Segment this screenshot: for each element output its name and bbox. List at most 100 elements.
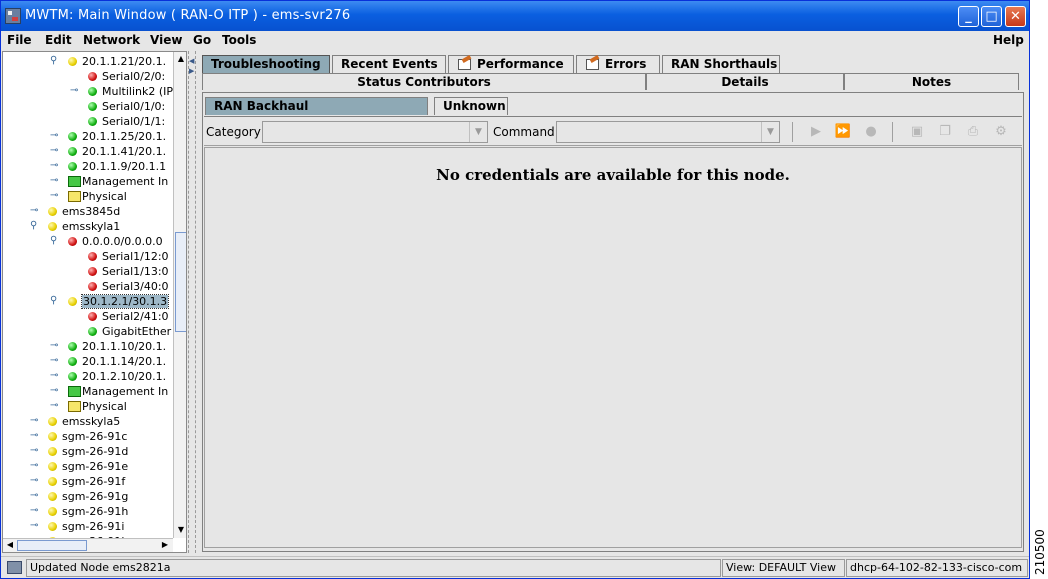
- category-select[interactable]: ▼: [262, 121, 488, 143]
- tree-item[interactable]: Serial0/1/1:: [3, 114, 173, 129]
- collapse-left-icon[interactable]: ◀: [189, 57, 194, 65]
- expand-handle-icon[interactable]: ⊸: [30, 431, 42, 441]
- menu-tools[interactable]: Tools: [222, 33, 256, 47]
- tree-item[interactable]: ⊸ sgm-26-91e: [3, 459, 173, 474]
- scroll-right-icon[interactable]: ▶: [159, 539, 171, 551]
- expand-right-icon[interactable]: ▶: [189, 67, 194, 75]
- tab-errors[interactable]: Errors: [576, 55, 660, 73]
- collapse-handle-icon[interactable]: ⚲: [50, 236, 62, 246]
- stop-icon[interactable]: ●: [862, 123, 880, 141]
- tree-item[interactable]: ⚲ 20.1.1.21/20.1.: [3, 54, 173, 69]
- tree-item[interactable]: ⊸ 20.1.1.14/20.1.: [3, 354, 173, 369]
- tree-item[interactable]: ⚲ 30.1.2.1/30.1.3: [3, 294, 173, 309]
- expand-handle-icon[interactable]: ⊸: [50, 401, 62, 411]
- tree-item[interactable]: ⊸ 20.1.1.9/20.1.1: [3, 159, 173, 174]
- tab-recent-events[interactable]: Recent Events: [332, 55, 446, 73]
- expand-handle-icon[interactable]: ⊸: [30, 206, 42, 216]
- tree-item[interactable]: ⊸ 20.1.2.10/20.1.: [3, 369, 173, 384]
- menu-file[interactable]: File: [7, 33, 32, 47]
- chevron-down-icon[interactable]: ▼: [469, 122, 487, 142]
- tree-item[interactable]: ⊸ sgm-26-91c: [3, 429, 173, 444]
- expand-handle-icon[interactable]: ⊸: [30, 521, 42, 531]
- minimize-button[interactable]: _: [958, 6, 979, 27]
- tree-item[interactable]: ⊸ Management In: [3, 174, 173, 189]
- expand-handle-icon[interactable]: ⊸: [50, 386, 62, 396]
- expand-handle-icon[interactable]: ⊸: [50, 131, 62, 141]
- tree-item[interactable]: ⊸ sgm-26-91i: [3, 519, 173, 534]
- tab-troubleshooting[interactable]: Troubleshooting: [202, 55, 330, 73]
- expand-handle-icon[interactable]: ⊸: [70, 86, 82, 96]
- tree-vertical-scrollbar[interactable]: ▲ ▼: [173, 52, 186, 538]
- save-icon[interactable]: ▣: [908, 123, 926, 141]
- tree-item[interactable]: ⊸ Physical: [3, 399, 173, 414]
- expand-handle-icon[interactable]: ⊸: [30, 506, 42, 516]
- menu-edit[interactable]: Edit: [45, 33, 72, 47]
- collapse-handle-icon[interactable]: ⚲: [50, 296, 62, 306]
- expand-handle-icon[interactable]: ⊸: [50, 371, 62, 381]
- scroll-down-icon[interactable]: ▼: [175, 524, 186, 536]
- chevron-down-icon[interactable]: ▼: [761, 122, 779, 142]
- tree-item[interactable]: ⊸ sgm-26-91g: [3, 489, 173, 504]
- tab-ran-shorthauls[interactable]: RAN Shorthauls: [662, 55, 780, 73]
- split-pane-divider[interactable]: ◀ ▶: [188, 51, 196, 553]
- expand-handle-icon[interactable]: ⊸: [30, 461, 42, 471]
- tree-item[interactable]: ⊸ sgm-26-91h: [3, 504, 173, 519]
- tree-item[interactable]: Serial1/13:0: [3, 264, 173, 279]
- tab-performance[interactable]: Performance: [448, 55, 574, 73]
- expand-handle-icon[interactable]: ⊸: [50, 176, 62, 186]
- menu-go[interactable]: Go: [193, 33, 211, 47]
- menu-help[interactable]: Help: [993, 33, 1024, 47]
- scroll-up-icon[interactable]: ▲: [175, 53, 186, 65]
- scroll-thumb[interactable]: [175, 232, 186, 332]
- print-icon[interactable]: ⎙: [964, 123, 982, 141]
- tree-item[interactable]: Serial0/2/0:: [3, 69, 173, 84]
- run-icon[interactable]: ▶: [807, 123, 825, 141]
- tab-notes[interactable]: Notes: [844, 73, 1019, 90]
- title-bar[interactable]: MWTM: Main Window ( RAN-O ITP ) - ems-sv…: [1, 1, 1029, 31]
- tree-item[interactable]: ⊸ 20.1.1.10/20.1.: [3, 339, 173, 354]
- tree-item[interactable]: Serial2/41:0: [3, 309, 173, 324]
- subtab-ran-backhaul[interactable]: RAN Backhaul 30.1.2.1/30.1.3.1: [205, 97, 428, 130]
- command-select[interactable]: ▼: [556, 121, 780, 143]
- tree-item[interactable]: ⊸ Management In: [3, 384, 173, 399]
- expand-handle-icon[interactable]: ⊸: [30, 491, 42, 501]
- tree-item[interactable]: ⊸ Physical: [3, 189, 173, 204]
- collapse-handle-icon[interactable]: ⚲: [50, 56, 62, 66]
- maximize-button[interactable]: □: [981, 6, 1002, 27]
- close-button[interactable]: ✕: [1005, 6, 1026, 27]
- tree-item[interactable]: Serial0/1/0:: [3, 99, 173, 114]
- tree-item[interactable]: GigabitEther: [3, 324, 173, 339]
- tree-item[interactable]: Serial1/12:0: [3, 249, 173, 264]
- expand-handle-icon[interactable]: ⊸: [50, 356, 62, 366]
- expand-handle-icon[interactable]: ⊸: [50, 341, 62, 351]
- tree-item[interactable]: ⊸ 20.1.1.25/20.1.: [3, 129, 173, 144]
- run-all-icon[interactable]: ⏩: [834, 123, 852, 141]
- subtab-unknown[interactable]: Unknown: [434, 97, 508, 115]
- expand-handle-icon[interactable]: ⊸: [30, 476, 42, 486]
- tree-item[interactable]: ⊸ emsskyla5: [3, 414, 173, 429]
- expand-handle-icon[interactable]: ⊸: [50, 146, 62, 156]
- tree-item[interactable]: ⚲ 0.0.0.0/0.0.0.0: [3, 234, 173, 249]
- expand-handle-icon[interactable]: ⊸: [50, 161, 62, 171]
- menu-network[interactable]: Network: [83, 33, 140, 47]
- expand-handle-icon[interactable]: ⊸: [30, 446, 42, 456]
- expand-handle-icon[interactable]: ⊸: [50, 191, 62, 201]
- tree-item[interactable]: ⊸ sgm-26-91d: [3, 444, 173, 459]
- tree-item[interactable]: ⚲ emsskyla1: [3, 219, 173, 234]
- expand-handle-icon[interactable]: ⊸: [30, 416, 42, 426]
- scroll-left-icon[interactable]: ◀: [4, 539, 16, 551]
- tree-item[interactable]: ⊸ ems3845d: [3, 204, 173, 219]
- tree-horizontal-scrollbar[interactable]: ◀ ▶: [3, 538, 173, 552]
- hscroll-thumb[interactable]: [17, 540, 87, 551]
- collapse-handle-icon[interactable]: ⚲: [30, 221, 42, 231]
- tab-status-contributors[interactable]: Status Contributors: [202, 73, 646, 90]
- menu-view[interactable]: View: [150, 33, 182, 47]
- command-label: Command: [493, 125, 555, 139]
- tree-item[interactable]: ⊸ 20.1.1.41/20.1.: [3, 144, 173, 159]
- tree-item[interactable]: Serial3/40:0: [3, 279, 173, 294]
- tree-item[interactable]: ⊸ sgm-26-91f: [3, 474, 173, 489]
- tree-item[interactable]: ⊸ Multilink2 (IP: [3, 84, 173, 99]
- copy-icon[interactable]: ❐: [936, 123, 954, 141]
- tab-details[interactable]: Details: [646, 73, 844, 90]
- settings-icon[interactable]: ⚙: [992, 123, 1010, 141]
